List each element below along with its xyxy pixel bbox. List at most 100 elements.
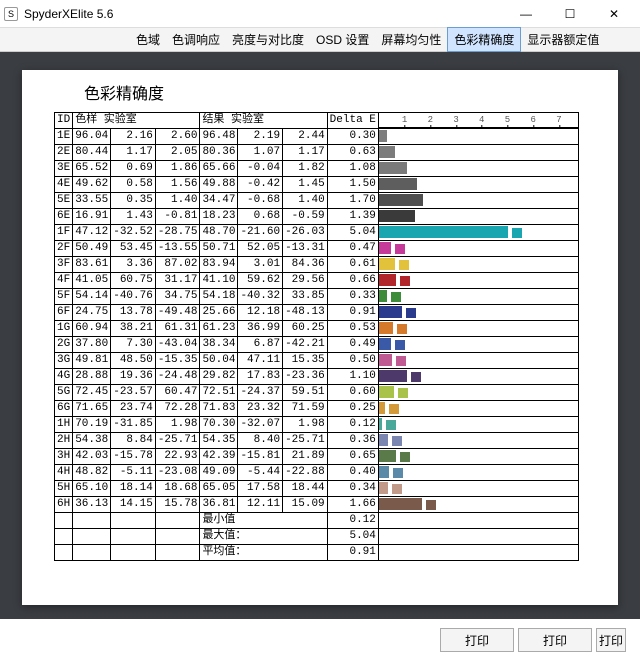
close-button[interactable]: ✕ — [592, 0, 636, 28]
tab-2[interactable]: 亮度与对比度 — [226, 28, 310, 51]
result-val: -0.59 — [283, 209, 328, 225]
result-val: 1.40 — [283, 193, 328, 209]
print-button[interactable]: 打印 — [440, 628, 514, 652]
deltae-val: 0.12 — [327, 417, 378, 433]
sample-val: 8.84 — [111, 433, 156, 449]
color-swatch — [392, 436, 402, 446]
deltae-bar — [379, 498, 422, 510]
result-val: 84.36 — [283, 257, 328, 273]
data-table: ID色样 实验室结果 实验室Delta E12345671E96.042.162… — [54, 112, 588, 561]
result-val: 65.05 — [200, 481, 238, 497]
table-row: 4F41.0560.7531.1741.1059.6229.560.66 — [55, 273, 579, 289]
result-val: 50.71 — [200, 241, 238, 257]
sample-val: 50.49 — [73, 241, 111, 257]
bar-cell — [378, 225, 578, 241]
titlebar: S SpyderXElite 5.6 — ☐ ✕ — [0, 0, 640, 28]
deltae-val: 1.10 — [327, 369, 378, 385]
sample-val: 19.36 — [111, 369, 156, 385]
color-swatch — [393, 468, 403, 478]
minimize-button[interactable]: — — [504, 0, 548, 28]
sample-val: 47.12 — [73, 225, 111, 241]
summary-label: 最小值 — [200, 513, 327, 529]
sample-val: 42.03 — [73, 449, 111, 465]
print-button-3[interactable]: 打印 — [596, 628, 626, 652]
sample-val: 18.68 — [155, 481, 200, 497]
table-row: 1H70.19-31.851.9870.30-32.071.980.12 — [55, 417, 579, 433]
deltae-val: 0.50 — [327, 353, 378, 369]
tab-1[interactable]: 色调响应 — [166, 28, 226, 51]
result-val: 17.58 — [238, 481, 283, 497]
deltae-bar — [379, 402, 385, 414]
sample-val: 15.78 — [155, 497, 200, 513]
sample-val: 36.13 — [73, 497, 111, 513]
result-val: 0.68 — [238, 209, 283, 225]
sample-val: -13.55 — [155, 241, 200, 257]
deltae-val: 0.30 — [327, 129, 378, 145]
sample-val: 70.19 — [73, 417, 111, 433]
deltae-val: 1.50 — [327, 177, 378, 193]
sample-val: 0.69 — [111, 161, 156, 177]
sample-val: 49.81 — [73, 353, 111, 369]
color-swatch — [397, 324, 407, 334]
result-val: 36.81 — [200, 497, 238, 513]
sample-val: 60.47 — [155, 385, 200, 401]
summary-label: 平均值： — [200, 545, 327, 561]
table-row: 3H42.03-15.7822.9342.39-15.8121.890.65 — [55, 449, 579, 465]
summary-row: 最大值：5.04 — [55, 529, 579, 545]
table-row: 3G49.8148.50-15.3550.0447.1115.350.50 — [55, 353, 579, 369]
result-val: -24.37 — [238, 385, 283, 401]
tab-6[interactable]: 显示器额定值 — [521, 28, 605, 51]
result-val: 49.88 — [200, 177, 238, 193]
table-row: 5E33.550.351.4034.47-0.681.401.70 — [55, 193, 579, 209]
window-controls: — ☐ ✕ — [504, 0, 636, 28]
result-val: 33.85 — [283, 289, 328, 305]
color-swatch — [396, 356, 406, 366]
table-row: 1G60.9438.2161.3161.2336.9960.250.53 — [55, 321, 579, 337]
table-row: 5F54.14-40.7634.7554.18-40.3233.850.33 — [55, 289, 579, 305]
sample-val: 34.75 — [155, 289, 200, 305]
result-val: 59.62 — [238, 273, 283, 289]
row-id: 5H — [55, 481, 73, 497]
tab-4[interactable]: 屏幕均匀性 — [375, 28, 447, 51]
col-sample: 色样 实验室 — [73, 113, 200, 129]
deltae-bar — [379, 210, 415, 222]
result-val: 50.04 — [200, 353, 238, 369]
sample-val: 48.50 — [111, 353, 156, 369]
result-val: -5.44 — [238, 465, 283, 481]
sample-val: 13.78 — [111, 305, 156, 321]
sample-val: 38.21 — [111, 321, 156, 337]
bar-cell — [378, 449, 578, 465]
table-row: 4G28.8819.36-24.4829.8217.83-23.361.10 — [55, 369, 579, 385]
sample-val: 54.14 — [73, 289, 111, 305]
sample-val: -23.08 — [155, 465, 200, 481]
result-val: 71.83 — [200, 401, 238, 417]
sample-val: -25.71 — [155, 433, 200, 449]
result-val: -23.36 — [283, 369, 328, 385]
row-id: 4F — [55, 273, 73, 289]
deltae-val: 0.49 — [327, 337, 378, 353]
deltae-bar — [379, 386, 394, 398]
tab-0[interactable]: 色域 — [130, 28, 166, 51]
print-button-2[interactable]: 打印 — [518, 628, 592, 652]
result-val: -48.13 — [283, 305, 328, 321]
sample-val: -40.76 — [111, 289, 156, 305]
tab-3[interactable]: OSD 设置 — [310, 28, 375, 51]
sample-val: 1.40 — [155, 193, 200, 209]
sample-val: -28.75 — [155, 225, 200, 241]
sample-val: -15.35 — [155, 353, 200, 369]
result-val: -15.81 — [238, 449, 283, 465]
col-id: ID — [55, 113, 73, 129]
color-swatch — [411, 372, 421, 382]
sample-val: 7.30 — [111, 337, 156, 353]
deltae-val: 0.61 — [327, 257, 378, 273]
result-val: -0.04 — [238, 161, 283, 177]
result-val: 15.09 — [283, 497, 328, 513]
deltae-bar — [379, 194, 423, 206]
result-val: 54.35 — [200, 433, 238, 449]
tab-5[interactable]: 色彩精确度 — [447, 27, 521, 52]
bar-cell — [378, 321, 578, 337]
color-swatch — [398, 388, 408, 398]
maximize-button[interactable]: ☐ — [548, 0, 592, 28]
bar-cell — [378, 417, 578, 433]
sample-val: 54.38 — [73, 433, 111, 449]
